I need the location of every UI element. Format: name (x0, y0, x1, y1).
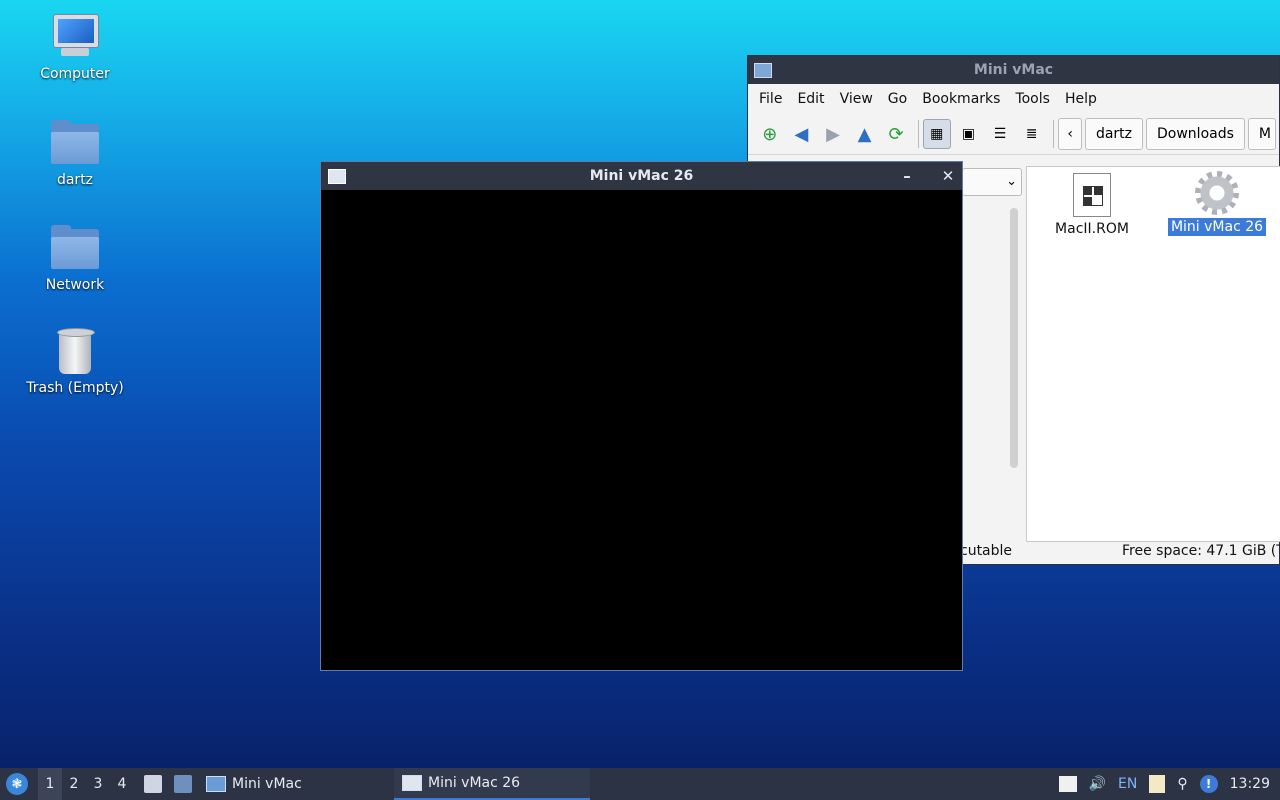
minimize-button[interactable]: – (895, 164, 919, 188)
chevron-down-icon: ⌄ (1006, 174, 1017, 189)
detail-view-button[interactable]: ≣ (1018, 119, 1046, 149)
workspace-4[interactable]: 4 (110, 768, 134, 800)
task-file-manager[interactable]: Mini vMac (198, 768, 394, 800)
forward-button[interactable]: ▶ (819, 119, 847, 149)
menu-view[interactable]: View (833, 91, 881, 107)
home-folder-icon (49, 120, 101, 168)
file-item[interactable]: MacII.ROM (1047, 173, 1137, 237)
window-title: Mini vMac (973, 62, 1054, 78)
clock[interactable]: 13:29 (1230, 776, 1270, 792)
network-icon[interactable]: ⚲ (1177, 776, 1187, 792)
gear-executable-icon (1195, 171, 1239, 215)
notes-icon[interactable] (1058, 776, 1077, 792)
rom-file-icon (1073, 173, 1111, 217)
file-name: MacII.ROM (1055, 221, 1129, 237)
menu-file[interactable]: File (752, 91, 790, 107)
breadcrumb-prev-button[interactable]: ‹ (1058, 118, 1082, 150)
toolbar: ⊕ ◀ ▶ ▲ ⟳ ▦ ▣ ☰ ≣ ‹ dartz Downloads M (748, 114, 1279, 155)
clipboard-icon[interactable] (1149, 775, 1166, 793)
status-left: cutable (960, 543, 1013, 559)
menu-tools[interactable]: Tools (1008, 91, 1058, 107)
keyboard-layout[interactable]: EN (1118, 776, 1137, 792)
computer-icon (49, 14, 101, 62)
icon-view-button[interactable]: ▦ (922, 119, 951, 149)
workspace-1[interactable]: 1 (38, 768, 62, 800)
show-desktop-icon[interactable] (174, 775, 192, 793)
thumbnail-view-button[interactable]: ▣ (955, 119, 983, 149)
desktop-icon-home[interactable]: dartz (20, 120, 130, 188)
file-manager-launcher-icon[interactable] (144, 775, 162, 793)
separator (1053, 120, 1055, 148)
new-folder-icon: ⊕ (762, 123, 778, 145)
side-pane-select[interactable]: ⌄ (962, 168, 1022, 196)
chevron-left-icon: ‹ (1067, 126, 1073, 142)
window-icon (402, 775, 422, 791)
reload-icon: ⟳ (888, 123, 904, 145)
trash-icon (49, 328, 101, 376)
desktop-icon-label: Network (45, 277, 105, 293)
menu-go[interactable]: Go (881, 91, 915, 107)
mini-vmac-window: Mini vMac 26 – ✕ (320, 161, 963, 671)
file-view: MacII.ROM Mini vMac 26 (1026, 166, 1280, 542)
lubuntu-logo-icon: ❃ (11, 776, 23, 792)
desktop-icon-label: Trash (Empty) (26, 380, 124, 396)
volume-icon[interactable]: 🔊 (1089, 776, 1106, 792)
network-folder-icon (49, 225, 101, 273)
menu-help[interactable]: Help (1058, 91, 1105, 107)
workspace-2[interactable]: 2 (62, 768, 86, 800)
separator (917, 120, 919, 148)
desktop-icon-label: dartz (56, 172, 94, 188)
arrow-right-icon: ▶ (826, 123, 840, 145)
compact-list-icon: ☰ (993, 126, 1007, 142)
window-icon (328, 169, 346, 184)
back-button[interactable]: ◀ (788, 119, 816, 149)
breadcrumb-current[interactable]: M (1247, 118, 1276, 150)
window-title: Mini vMac 26 (589, 168, 694, 184)
file-manager-titlebar[interactable]: Mini vMac (748, 56, 1279, 84)
system-tray: 🔊 EN ⚲ ! 13:29 (1053, 768, 1280, 800)
menu-bookmarks[interactable]: Bookmarks (915, 91, 1008, 107)
update-notifier-icon[interactable]: ! (1199, 775, 1218, 793)
arrow-left-icon: ◀ (794, 123, 809, 145)
task-mini-vmac-26[interactable]: Mini vMac 26 (394, 768, 590, 800)
file-item-selected[interactable]: Mini vMac 26 (1167, 171, 1267, 236)
workspace-3[interactable]: 3 (86, 768, 110, 800)
desktop-icon-network[interactable]: Network (20, 225, 130, 293)
detail-list-icon: ≣ (1025, 126, 1038, 142)
taskbar: ❃ 1 2 3 4 Mini vMac Mini vMac 26 🔊 EN ⚲ … (0, 768, 1280, 800)
emulator-screen[interactable] (321, 190, 962, 670)
file-name: Mini vMac 26 (1167, 218, 1267, 236)
reload-button[interactable]: ⟳ (882, 119, 910, 149)
breadcrumb-dartz[interactable]: dartz (1084, 118, 1144, 150)
mini-vmac-titlebar[interactable]: Mini vMac 26 – ✕ (321, 162, 962, 190)
status-free-space: Free space: 47.1 GiB (To (1122, 543, 1280, 559)
new-tab-button[interactable]: ⊕ (756, 119, 784, 149)
grid-icon: ▦ (930, 126, 944, 142)
desktop-icon-label: Computer (40, 66, 110, 82)
folder-icon (206, 776, 226, 792)
arrow-up-icon: ▲ (857, 123, 872, 145)
compact-view-button[interactable]: ☰ (986, 119, 1014, 149)
side-pane-scrollbar[interactable] (1010, 208, 1018, 468)
window-icon (754, 63, 772, 78)
up-button[interactable]: ▲ (851, 119, 879, 149)
close-button[interactable]: ✕ (936, 164, 960, 188)
thumbnail-icon: ▣ (961, 126, 976, 142)
breadcrumb-downloads[interactable]: Downloads (1146, 118, 1245, 150)
start-menu-button[interactable]: ❃ (6, 773, 28, 795)
menu-bar: File Edit View Go Bookmarks Tools Help (748, 84, 1279, 114)
menu-edit[interactable]: Edit (790, 91, 832, 107)
desktop-icon-computer[interactable]: Computer (20, 14, 130, 82)
desktop-icon-trash[interactable]: Trash (Empty) (20, 328, 130, 396)
